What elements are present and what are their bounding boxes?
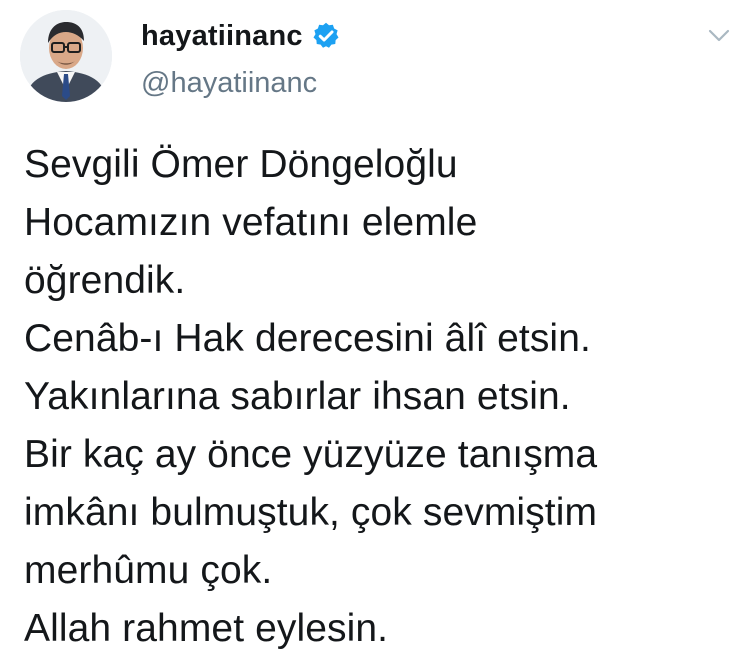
- tweet-text-line: imkânı bulmuştuk, çok sevmiştim: [24, 491, 598, 534]
- verified-badge-icon: [311, 21, 341, 51]
- tweet-text-line: Hocamızın vefatını elemle: [24, 201, 478, 244]
- avatar[interactable]: [20, 10, 112, 102]
- chevron-down-icon: [708, 29, 730, 42]
- tweet-menu-button[interactable]: [704, 24, 734, 48]
- tweet-text-line: Cenâb-ı Hak derecesini âlî etsin.: [24, 317, 591, 360]
- author-display-name[interactable]: hayatiinanc: [141, 21, 303, 51]
- author-handle[interactable]: @hayatiinanc: [141, 66, 317, 101]
- tweet-text-line: Yakınlarına sabırlar ihsan etsin.: [24, 375, 571, 418]
- tweet-card: hayatiinanc @hayatiinanc Sevgili Ömer Dö…: [0, 0, 750, 655]
- tweet-text-line: Bir kaç ay önce yüzyüze tanışma: [24, 433, 598, 476]
- tweet-text-line: Allah rahmet eylesin.: [24, 607, 389, 650]
- avatar-photo: [20, 10, 112, 102]
- tweet-text-line: öğrendik.: [24, 259, 186, 302]
- tweet-body: Sevgili Ömer Döngeloğlu Hocamızın vefatı…: [24, 136, 739, 658]
- author-name-row: hayatiinanc: [141, 16, 341, 56]
- tweet-text-line: Sevgili Ömer Döngeloğlu: [24, 143, 458, 186]
- tweet-text-line: merhûmu çok.: [24, 549, 273, 592]
